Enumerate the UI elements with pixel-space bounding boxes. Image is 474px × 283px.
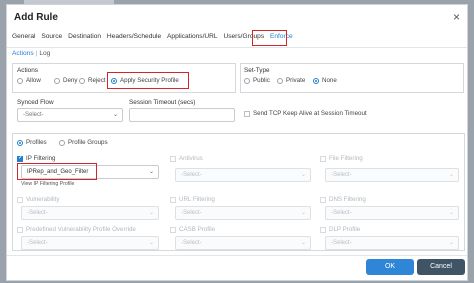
antivirus-select[interactable]: -Select- ⌄ <box>175 168 311 182</box>
url-filtering-label: URL Filtering <box>179 196 215 203</box>
chevron-down-icon: ⌄ <box>112 112 118 118</box>
synced-flow-label: Synced Flow <box>17 99 54 106</box>
vulnerability-label: Vulnerability <box>26 196 60 203</box>
radio-public-label: Public <box>253 77 270 84</box>
tab-destination[interactable]: Destination <box>68 33 101 40</box>
antivirus-checkbox[interactable] <box>170 156 176 162</box>
subtab-actions[interactable]: Actions <box>12 50 34 57</box>
file-filtering-value: -Select- <box>331 172 352 178</box>
tcp-keepalive-label: Send TCP Keep Alive at Session Timeout <box>253 110 367 117</box>
radio-public[interactable] <box>244 78 250 84</box>
settype-label: Set-Type <box>244 67 270 74</box>
tab-source[interactable]: Source <box>41 33 62 40</box>
casb-value: -Select- <box>181 240 202 246</box>
radio-deny[interactable] <box>54 78 60 84</box>
footer-divider <box>7 255 467 256</box>
pvpo-label: Predefined Vulnerability Profile Overrid… <box>26 226 136 233</box>
radio-profile-groups[interactable] <box>59 140 65 146</box>
casb-label: CASB Profile <box>179 226 216 233</box>
radio-private[interactable] <box>277 78 283 84</box>
chevron-down-icon: ⌄ <box>300 210 306 216</box>
chevron-down-icon: ⌄ <box>148 240 154 246</box>
dns-filtering-value: -Select- <box>331 210 352 216</box>
vulnerability-select[interactable]: -Select- ⌄ <box>21 206 159 220</box>
chevron-down-icon: ⌄ <box>448 210 454 216</box>
antivirus-value: -Select- <box>181 172 202 178</box>
subtab-separator: | <box>35 50 38 57</box>
chevron-down-icon: ⌄ <box>148 210 154 216</box>
file-filtering-select[interactable]: -Select- ⌄ <box>325 168 459 182</box>
profiles-panel <box>12 133 465 251</box>
actions-label: Actions <box>17 67 38 74</box>
session-timeout-input[interactable] <box>129 108 235 122</box>
ip-filtering-highlight <box>17 163 97 180</box>
add-rule-dialog: Add Rule × General Source Destination He… <box>6 4 468 281</box>
file-filtering-label: File Filtering <box>329 155 363 162</box>
radio-profiles-label: Profiles <box>26 139 47 146</box>
radio-none-label: None <box>322 77 337 84</box>
chevron-down-icon: ⌄ <box>300 240 306 246</box>
close-icon[interactable]: × <box>453 10 460 24</box>
subtab-log[interactable]: Log <box>39 50 50 57</box>
tcp-keepalive-checkbox[interactable] <box>244 111 250 117</box>
dlp-select[interactable]: -Select- ⌄ <box>325 236 459 250</box>
dns-filtering-label: DNS Filtering <box>329 196 366 203</box>
tab-general[interactable]: General <box>12 33 35 40</box>
radio-private-label: Private <box>286 77 306 84</box>
radio-profile-groups-label: Profile Groups <box>68 139 108 146</box>
pvpo-value: -Select- <box>27 240 48 246</box>
dns-filtering-checkbox[interactable] <box>320 197 326 203</box>
ip-filtering-checkbox[interactable] <box>17 154 23 162</box>
synced-flow-select[interactable]: -Select- ⌄ <box>17 108 123 122</box>
subtab-bar: Actions | Log <box>12 50 50 57</box>
tab-headers-schedule[interactable]: Headers/Schedule <box>107 33 161 40</box>
radio-reject[interactable] <box>79 78 85 84</box>
dlp-checkbox[interactable] <box>320 227 326 233</box>
casb-select[interactable]: -Select- ⌄ <box>175 236 311 250</box>
enforce-tab-highlight <box>252 30 287 46</box>
chevron-down-icon: ⌄ <box>300 172 306 178</box>
radio-profiles[interactable] <box>17 140 23 146</box>
chevron-down-icon: ⌄ <box>148 169 154 175</box>
pvpo-checkbox[interactable] <box>17 227 23 233</box>
casb-checkbox[interactable] <box>170 227 176 233</box>
dlp-label: DLP Profile <box>329 226 361 233</box>
file-filtering-checkbox[interactable] <box>320 156 326 162</box>
dialog-title: Add Rule <box>14 12 58 23</box>
vulnerability-value: -Select- <box>27 210 48 216</box>
radio-reject-label: Reject <box>88 77 106 84</box>
chevron-down-icon: ⌄ <box>448 172 454 178</box>
settype-panel <box>240 63 464 93</box>
vulnerability-checkbox[interactable] <box>17 197 23 203</box>
ip-filtering-label: IP Filtering <box>26 155 56 162</box>
antivirus-label: Antivirus <box>179 155 203 162</box>
radio-allow-label: Allow <box>26 77 41 84</box>
url-filtering-value: -Select- <box>181 210 202 216</box>
view-ip-filtering-profile-link[interactable]: View IP Filtering Profile <box>21 181 74 187</box>
radio-deny-label: Deny <box>63 77 78 84</box>
dns-filtering-select[interactable]: -Select- ⌄ <box>325 206 459 220</box>
url-filtering-checkbox[interactable] <box>170 197 176 203</box>
apply-profile-highlight <box>107 72 189 89</box>
ok-button[interactable]: OK <box>366 259 414 275</box>
synced-flow-value: -Select- <box>23 112 44 118</box>
radio-allow[interactable] <box>17 78 23 84</box>
tab-divider <box>7 47 467 48</box>
tab-applications-url[interactable]: Applications/URL <box>167 33 218 40</box>
chevron-down-icon: ⌄ <box>448 240 454 246</box>
dlp-value: -Select- <box>331 240 352 246</box>
cancel-button[interactable]: Cancel <box>417 259 465 275</box>
session-timeout-label: Session Timeout (secs) <box>129 99 196 106</box>
radio-none[interactable] <box>313 78 319 84</box>
pvpo-select[interactable]: -Select- ⌄ <box>21 236 159 250</box>
url-filtering-select[interactable]: -Select- ⌄ <box>175 206 311 220</box>
